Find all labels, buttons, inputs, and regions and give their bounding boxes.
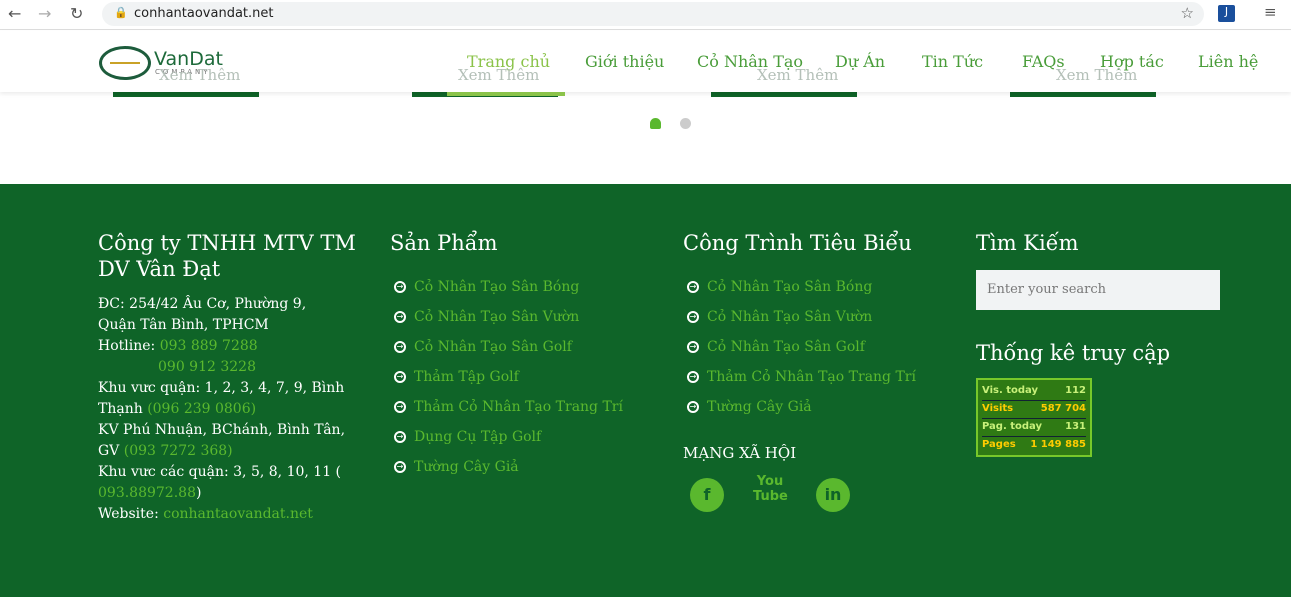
company-title: Công ty TNHH MTV TM DV Vân Đạt bbox=[98, 231, 356, 281]
link-label: Thảm Cỏ Nhân Tạo Trang Trí bbox=[414, 399, 623, 415]
hotline-1[interactable]: 093 889 7288 bbox=[160, 338, 258, 354]
counter-label: Visits bbox=[982, 403, 1014, 414]
slider-dot[interactable] bbox=[680, 118, 691, 129]
counter-row: Pages 1 149 885 bbox=[982, 437, 1086, 455]
nav-tin-tuc[interactable]: Tin Tức bbox=[922, 52, 983, 71]
facebook-icon[interactable]: f bbox=[690, 478, 724, 512]
arrow-circle-icon: → bbox=[687, 401, 699, 413]
projects-link[interactable]: → Cỏ Nhân Tạo Sân Golf bbox=[683, 332, 916, 362]
arrow-circle-icon: → bbox=[394, 281, 406, 293]
search-title: Tìm Kiếm bbox=[976, 231, 1079, 255]
bookmark-star-icon[interactable]: ☆ bbox=[1181, 4, 1194, 22]
social-title: MẠNG XÃ HỘI bbox=[683, 444, 797, 462]
nav-gioi-thieu[interactable]: Giới thiệu bbox=[585, 52, 664, 71]
linkedin-icon[interactable]: in bbox=[816, 478, 850, 512]
link-label: Cỏ Nhân Tạo Sân Vườn bbox=[414, 309, 580, 325]
products-column: Sản Phẩm → Cỏ Nhân Tạo Sân Bóng → Cỏ Nhân T… bbox=[390, 230, 623, 482]
link-label: Cỏ Nhân Tạo Sân Vườn bbox=[707, 309, 873, 325]
url-text: conhantaovandat.net bbox=[134, 6, 274, 21]
address-bar[interactable]: 🔒 conhantaovandat.net ☆ bbox=[102, 2, 1204, 26]
link-label: Cỏ Nhân Tạo Sân Golf bbox=[707, 339, 865, 355]
arrow-circle-icon: → bbox=[394, 311, 406, 323]
area-3: Khu vưc các quận: 3, 5, 8, 10, 11 ( bbox=[98, 464, 342, 480]
link-label: Dụng Cụ Tập Golf bbox=[414, 429, 542, 445]
website-label: Website: bbox=[98, 506, 164, 522]
area-1-phone[interactable]: (096 239 0806) bbox=[147, 401, 256, 417]
counter-row: Visits 587 704 bbox=[982, 401, 1086, 419]
area-3-end: ) bbox=[195, 485, 202, 501]
counter-value: 587 704 bbox=[1040, 403, 1086, 414]
counter-row: Pag. today 131 bbox=[982, 419, 1086, 437]
counter-label: Pages bbox=[982, 439, 1016, 450]
arrow-circle-icon: → bbox=[394, 341, 406, 353]
footer: Công ty TNHH MTV TM DV Vân Đạt ĐC: 254/4… bbox=[0, 184, 1291, 597]
link-label: Thảm Cỏ Nhân Tạo Trang Trí bbox=[707, 369, 916, 385]
area-3-phone[interactable]: 093.88972.88 bbox=[98, 485, 196, 501]
counter-value: 131 bbox=[1065, 421, 1086, 432]
nav-lien-he[interactable]: Liên hệ bbox=[1198, 52, 1258, 71]
products-title: Sản Phẩm bbox=[390, 231, 498, 255]
projects-link[interactable]: → Cỏ Nhân Tạo Sân Bóng bbox=[683, 272, 916, 302]
area-2-phone[interactable]: (093 7272 368) bbox=[124, 443, 233, 459]
social-icons: f You Tube in bbox=[683, 474, 916, 512]
products-link[interactable]: → Cỏ Nhân Tạo Sân Vườn bbox=[390, 302, 623, 332]
counter-value: 1 149 885 bbox=[1030, 439, 1086, 450]
forward-icon[interactable]: → bbox=[38, 4, 51, 23]
hotline-label: Hotline: bbox=[98, 338, 160, 354]
arrow-circle-icon: → bbox=[687, 281, 699, 293]
browser-toolbar: ← → ↻ 🔒 conhantaovandat.net ☆ J ≡ bbox=[0, 0, 1291, 30]
button-label: Xem Thêm bbox=[159, 66, 241, 84]
stats-title: Thống kê truy cập bbox=[976, 341, 1171, 365]
button-label: Xem Thêm bbox=[757, 66, 839, 84]
projects-link[interactable]: → Thảm Cỏ Nhân Tạo Trang Trí bbox=[683, 362, 916, 392]
arrow-circle-icon: → bbox=[394, 431, 406, 443]
projects-link[interactable]: → Tường Cây Giả bbox=[683, 392, 916, 422]
link-label: Cỏ Nhân Tạo Sân Bóng bbox=[414, 279, 580, 295]
products-link[interactable]: → Cỏ Nhân Tạo Sân Bóng bbox=[390, 272, 623, 302]
logo-emblem-icon bbox=[99, 46, 151, 80]
products-link[interactable]: → Cỏ Nhân Tạo Sân Golf bbox=[390, 332, 623, 362]
products-link[interactable]: → Tường Cây Giả bbox=[390, 452, 623, 482]
counter-label: Vis. today bbox=[982, 385, 1038, 396]
arrow-circle-icon: → bbox=[394, 401, 406, 413]
projects-link[interactable]: → Cỏ Nhân Tạo Sân Vườn bbox=[683, 302, 916, 332]
arrow-circle-icon: → bbox=[394, 461, 406, 473]
arrow-circle-icon: → bbox=[687, 371, 699, 383]
company-info: ĐC: 254/42 Âu Cơ, Phường 9, Quận Tân Bìn… bbox=[98, 294, 348, 525]
products-link[interactable]: → Thảm Tập Golf bbox=[390, 362, 623, 392]
button-label: Xem Thêm bbox=[1056, 66, 1138, 84]
sidebar-column: Tìm Kiếm Enter your search Thống kê truy… bbox=[976, 230, 1220, 457]
company-column: Công ty TNHH MTV TM DV Vân Đạt ĐC: 254/4… bbox=[98, 230, 358, 525]
projects-column: Công Trình Tiêu Biểu → Cỏ Nhân Tạo Sân Bó… bbox=[683, 230, 916, 512]
arrow-circle-icon: → bbox=[687, 341, 699, 353]
link-label: Thảm Tập Golf bbox=[414, 369, 519, 385]
arrow-circle-icon: → bbox=[394, 371, 406, 383]
website-link[interactable]: conhantaovandat.net bbox=[163, 506, 313, 522]
address: ĐC: 254/42 Âu Cơ, Phường 9, Quận Tân Bìn… bbox=[98, 296, 307, 333]
visit-counter: Vis. today 112 Visits 587 704 Pag. today 131 P… bbox=[976, 378, 1092, 457]
link-label: Tường Cây Giả bbox=[414, 459, 519, 475]
extension-icon[interactable]: J bbox=[1218, 5, 1235, 22]
arrow-circle-icon: → bbox=[687, 311, 699, 323]
slider-dot-active[interactable] bbox=[650, 118, 661, 129]
back-icon[interactable]: ← bbox=[8, 4, 21, 23]
active-nav-underline bbox=[447, 92, 565, 96]
search-input[interactable]: Enter your search bbox=[976, 270, 1220, 310]
hotline-2[interactable]: 090 912 3228 bbox=[158, 359, 256, 375]
youtube-icon[interactable]: You Tube bbox=[753, 474, 788, 508]
nav-du-an[interactable]: Dự Án bbox=[835, 52, 885, 71]
reload-icon[interactable]: ↻ bbox=[70, 4, 83, 23]
products-link[interactable]: → Dụng Cụ Tập Golf bbox=[390, 422, 623, 452]
button-label: Xem Thêm bbox=[458, 66, 540, 84]
projects-title: Công Trình Tiêu Biểu bbox=[683, 231, 912, 255]
products-link[interactable]: → Thảm Cỏ Nhân Tạo Trang Trí bbox=[390, 392, 623, 422]
counter-value: 112 bbox=[1065, 385, 1086, 396]
link-label: Tường Cây Giả bbox=[707, 399, 812, 415]
link-label: Cỏ Nhân Tạo Sân Bóng bbox=[707, 279, 873, 295]
media-menu-icon[interactable]: ≡ bbox=[1264, 3, 1277, 21]
link-label: Cỏ Nhân Tạo Sân Golf bbox=[414, 339, 572, 355]
counter-label: Pag. today bbox=[982, 421, 1043, 432]
counter-row: Vis. today 112 bbox=[982, 383, 1086, 401]
lock-icon: 🔒 bbox=[114, 6, 128, 19]
